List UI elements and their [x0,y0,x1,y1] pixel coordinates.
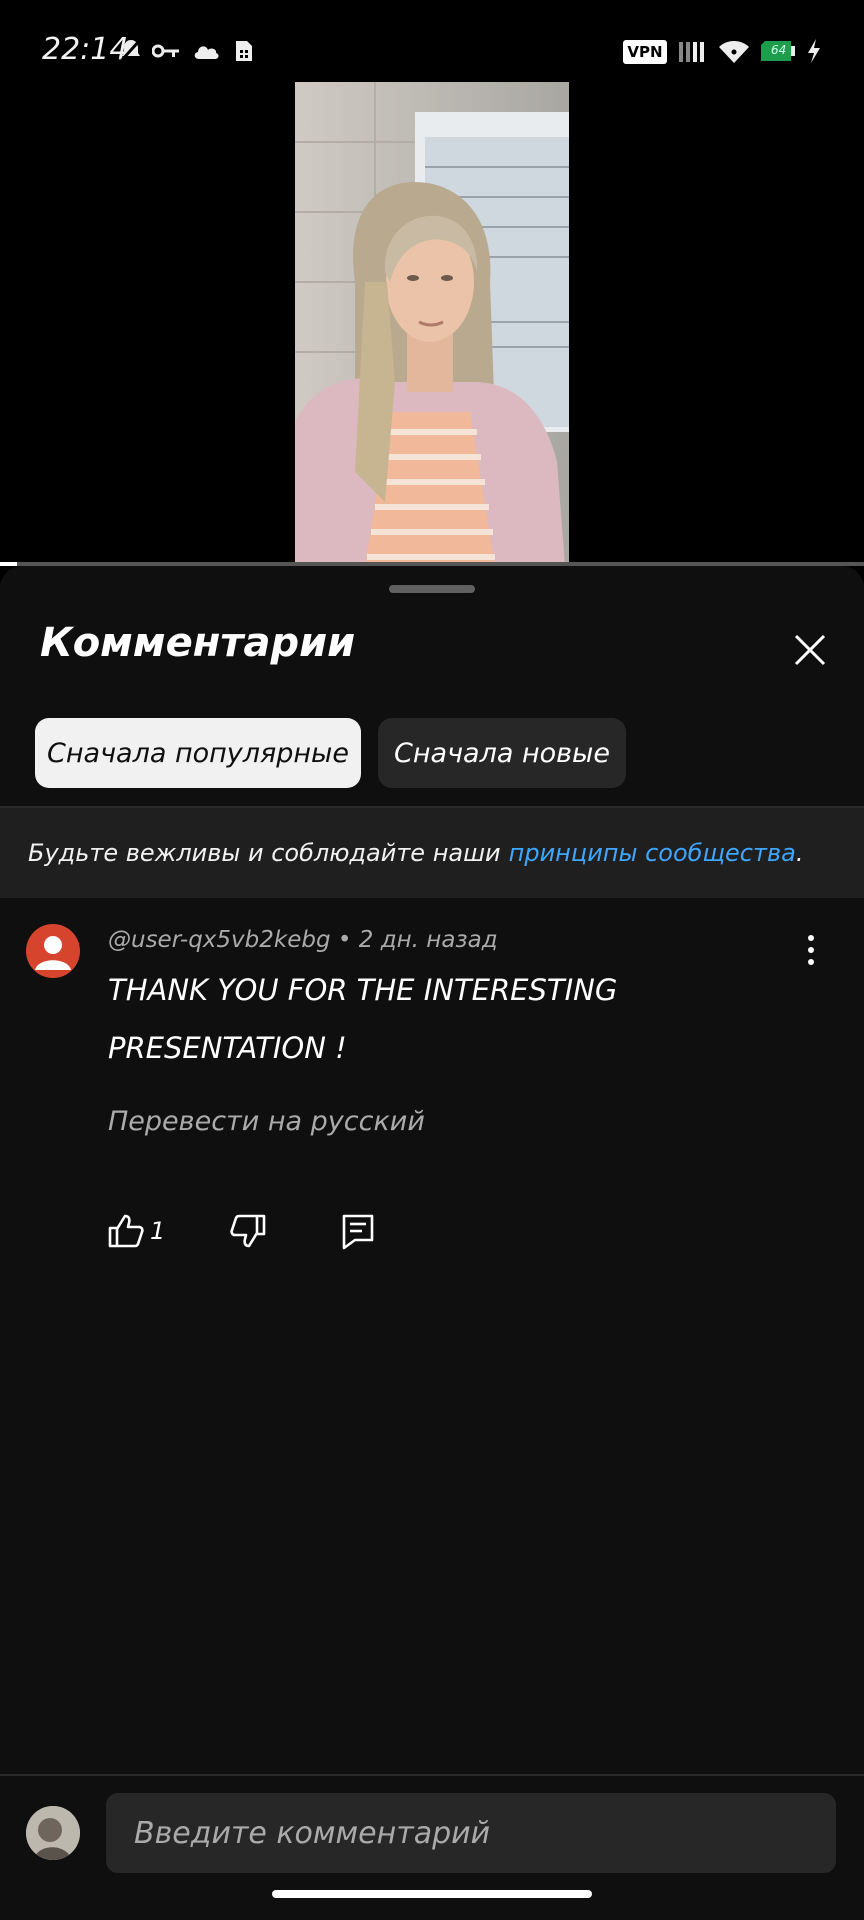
thumbs-up-icon[interactable] [106,1211,146,1251]
video-progress-fill [0,562,18,566]
like-count: 1 [150,1217,166,1245]
comments-sheet: Комментарии Сначала популярные Сначала н… [0,566,864,1920]
sort-chip-newest[interactable]: Сначала новые [378,718,626,788]
home-indicator[interactable] [272,1890,592,1898]
thumbs-down-icon[interactable] [228,1211,268,1251]
comment-input[interactable]: Введите комментарий [106,1793,836,1873]
sim-icon [236,41,252,61]
battery-level: 64 [771,43,787,57]
wifi-icon [719,41,749,63]
reply-icon[interactable] [338,1211,378,1251]
community-guidelines-link[interactable]: принципы сообщества [509,839,796,867]
video-player[interactable] [0,82,864,613]
dnd-icon [120,38,142,62]
charging-icon [808,39,820,63]
person-icon [35,936,71,970]
more-vert-icon[interactable] [796,930,826,970]
comment-author[interactable]: @user-qx5vb2kebg [108,927,331,953]
sort-chip-popular[interactable]: Сначала популярные [35,718,361,788]
notice-end: . [795,839,804,867]
drag-handle[interactable] [389,585,475,593]
close-icon[interactable] [786,626,834,674]
key-icon [152,44,179,58]
signal-icon [679,42,704,62]
avatar[interactable] [26,1806,80,1860]
comment-meta: @user-qx5vb2kebg • 2 дн. назад [108,927,498,953]
community-notice: Будьте вежливы и соблюдайте наши принцип… [0,808,864,898]
cloud-icon [194,46,219,59]
meta-separator: • [337,927,352,953]
status-bar: 22:14 VPN 64 [0,0,864,82]
notice-text: Будьте вежливы и соблюдайте наши [28,839,501,867]
comment-input-bar: Введите комментарий [0,1776,864,1920]
avatar[interactable] [26,924,80,978]
video-frame [295,82,569,566]
comment-time: 2 дн. назад [358,927,498,953]
status-time: 22:14 [42,32,129,67]
profile-photo [26,1806,80,1860]
video-thumbnail [295,82,569,566]
comment-text: THANK YOU FOR THE INTERESTING PRESENTATI… [108,973,618,1065]
comments-title: Комментарии [40,620,356,666]
translate-link[interactable]: Перевести на русский [108,1106,425,1137]
vpn-badge: VPN [623,40,667,64]
